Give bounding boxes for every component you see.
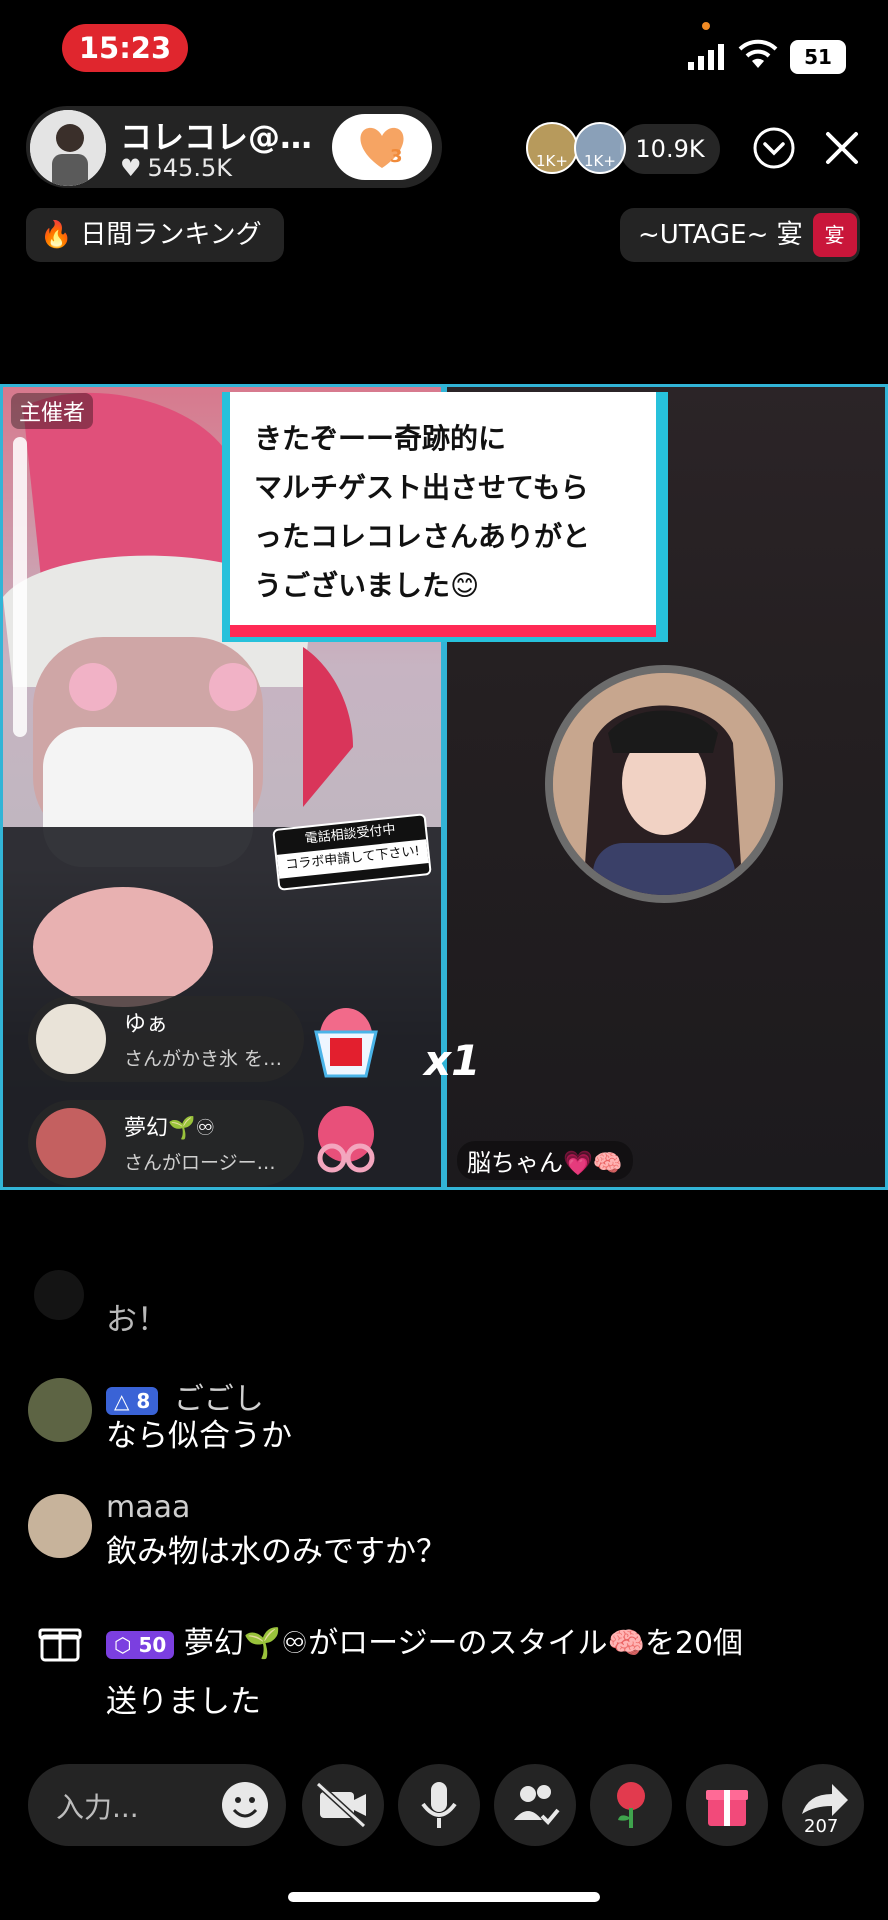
fire-icon: 🔥	[40, 220, 73, 250]
follow-count: 3	[390, 146, 403, 167]
gift-chat-line-2: 送りました	[106, 1684, 261, 1720]
gift-button[interactable]	[686, 1764, 768, 1846]
host-likes: ♥ 545.5K	[120, 154, 232, 182]
gift-message: さんがかき氷 を…	[124, 1048, 283, 1070]
follow-button[interactable]: 3	[332, 114, 432, 180]
camera-off-icon	[315, 1781, 367, 1829]
event-tag[interactable]: ~UTAGE~ 宴 宴	[620, 208, 860, 262]
gift-multiplier: x1	[424, 1036, 481, 1085]
comment-input[interactable]: 入力...	[28, 1764, 286, 1846]
rosie-style-gift-icon	[306, 1100, 386, 1186]
guest-avatar[interactable]	[545, 665, 783, 903]
status-time: 15:23	[62, 24, 188, 72]
level-badge-number: 8	[136, 1388, 151, 1413]
chat-avatar-1[interactable]	[28, 1378, 92, 1442]
guest-name: 脳ちゃん💗🧠	[457, 1141, 633, 1180]
caption-line-4: うございました😊	[254, 569, 480, 602]
level-badge-number: 50	[138, 1632, 167, 1657]
wifi-icon	[738, 38, 778, 70]
ranking-label: 日間ランキング	[80, 220, 262, 250]
faded-chat-text: お！	[106, 1302, 168, 1338]
home-indicator[interactable]	[288, 1892, 600, 1902]
viewer-count[interactable]: 10.9K	[620, 124, 720, 174]
event-mark-icon: 宴	[812, 213, 857, 257]
gift-icon	[706, 1790, 748, 1826]
caption-line-1: きたぞーー奇跡的に	[254, 422, 507, 455]
gift-user-avatar	[36, 1108, 106, 1178]
gift-alert-1[interactable]: ゆぁ さんがかき氷 を…	[28, 996, 304, 1082]
faded-chat-avatar	[34, 1270, 84, 1320]
chat-message-2: 飲み物は水のみですか？	[106, 1534, 447, 1570]
chat-message-1: なら似合うか	[106, 1418, 292, 1454]
comment-input-placeholder: 入力...	[56, 1791, 139, 1824]
caption-line-2: マルチゲスト出させてもら	[254, 471, 589, 504]
share-button[interactable]: 207	[782, 1764, 864, 1846]
event-label: ~UTAGE~ 宴	[638, 220, 803, 250]
host-avatar[interactable]	[30, 110, 106, 186]
top-viewer-avatar-1[interactable]: 1K+	[526, 122, 578, 174]
signal-icon	[688, 44, 728, 70]
emoji-icon[interactable]	[220, 1780, 270, 1830]
caption-card: きたぞーー奇跡的に マルチゲスト出させてもら ったコレコレさんありがと うござい…	[230, 392, 656, 637]
close-icon[interactable]	[822, 128, 862, 168]
privacy-indicator-dot	[702, 22, 710, 30]
chat-username[interactable]: maaa	[106, 1490, 190, 1525]
level-badge: ⬡ 50	[106, 1630, 175, 1659]
caption-line-3: ったコレコレさんありがと	[254, 520, 591, 553]
gift-user-name: 夢幻🌱♾	[124, 1116, 216, 1141]
organizer-label: 主催者	[11, 393, 94, 429]
gift-user-avatar	[36, 1004, 106, 1074]
gift-box-icon	[38, 1620, 82, 1664]
ranking-tag[interactable]: 🔥 日間ランキング	[26, 208, 284, 262]
microphone-icon	[421, 1782, 457, 1828]
heart-icon: ♥	[120, 154, 142, 182]
guest-manage-button[interactable]	[494, 1764, 576, 1846]
battery-indicator: 51	[790, 40, 846, 74]
top-viewer-avatar-2[interactable]: 1K+	[574, 122, 626, 174]
rose-gift-button[interactable]	[590, 1764, 672, 1846]
collapse-chevron-icon[interactable]	[752, 126, 796, 170]
shaved-ice-gift-icon	[306, 996, 386, 1082]
gift-user-name: ゆぁ	[124, 1012, 169, 1037]
viewer-badge-2: 1K+	[584, 152, 616, 170]
host-likes-count: 545.5K	[147, 154, 232, 182]
share-count: 207	[804, 1816, 839, 1837]
caption-overlay: きたぞーー奇跡的に マルチゲスト出させてもら ったコレコレさんありがと うござい…	[222, 392, 668, 642]
people-check-icon	[514, 1785, 560, 1825]
gift-chat-line-1: ⬡ 50 夢幻🌱♾がロージーのスタイル🧠を20個	[106, 1618, 743, 1662]
gift-alert-2[interactable]: 夢幻🌱♾ さんがロージー…	[28, 1100, 304, 1186]
chat-avatar-2[interactable]	[28, 1494, 92, 1558]
orange-heart-icon	[360, 127, 404, 168]
host-card[interactable]: コレコレ@… ♥ 545.5K 3	[26, 106, 442, 188]
gift-chat-text: 夢幻🌱♾がロージーのスタイル🧠を20個	[183, 1626, 744, 1661]
viewer-badge-1: 1K+	[536, 152, 568, 170]
microphone-button[interactable]	[398, 1764, 480, 1846]
level-progress-bar	[13, 437, 27, 737]
camera-off-button[interactable]	[302, 1764, 384, 1846]
host-name: コレコレ@…	[120, 118, 313, 156]
rose-icon	[617, 1782, 645, 1828]
gift-message: さんがロージー…	[124, 1152, 276, 1174]
